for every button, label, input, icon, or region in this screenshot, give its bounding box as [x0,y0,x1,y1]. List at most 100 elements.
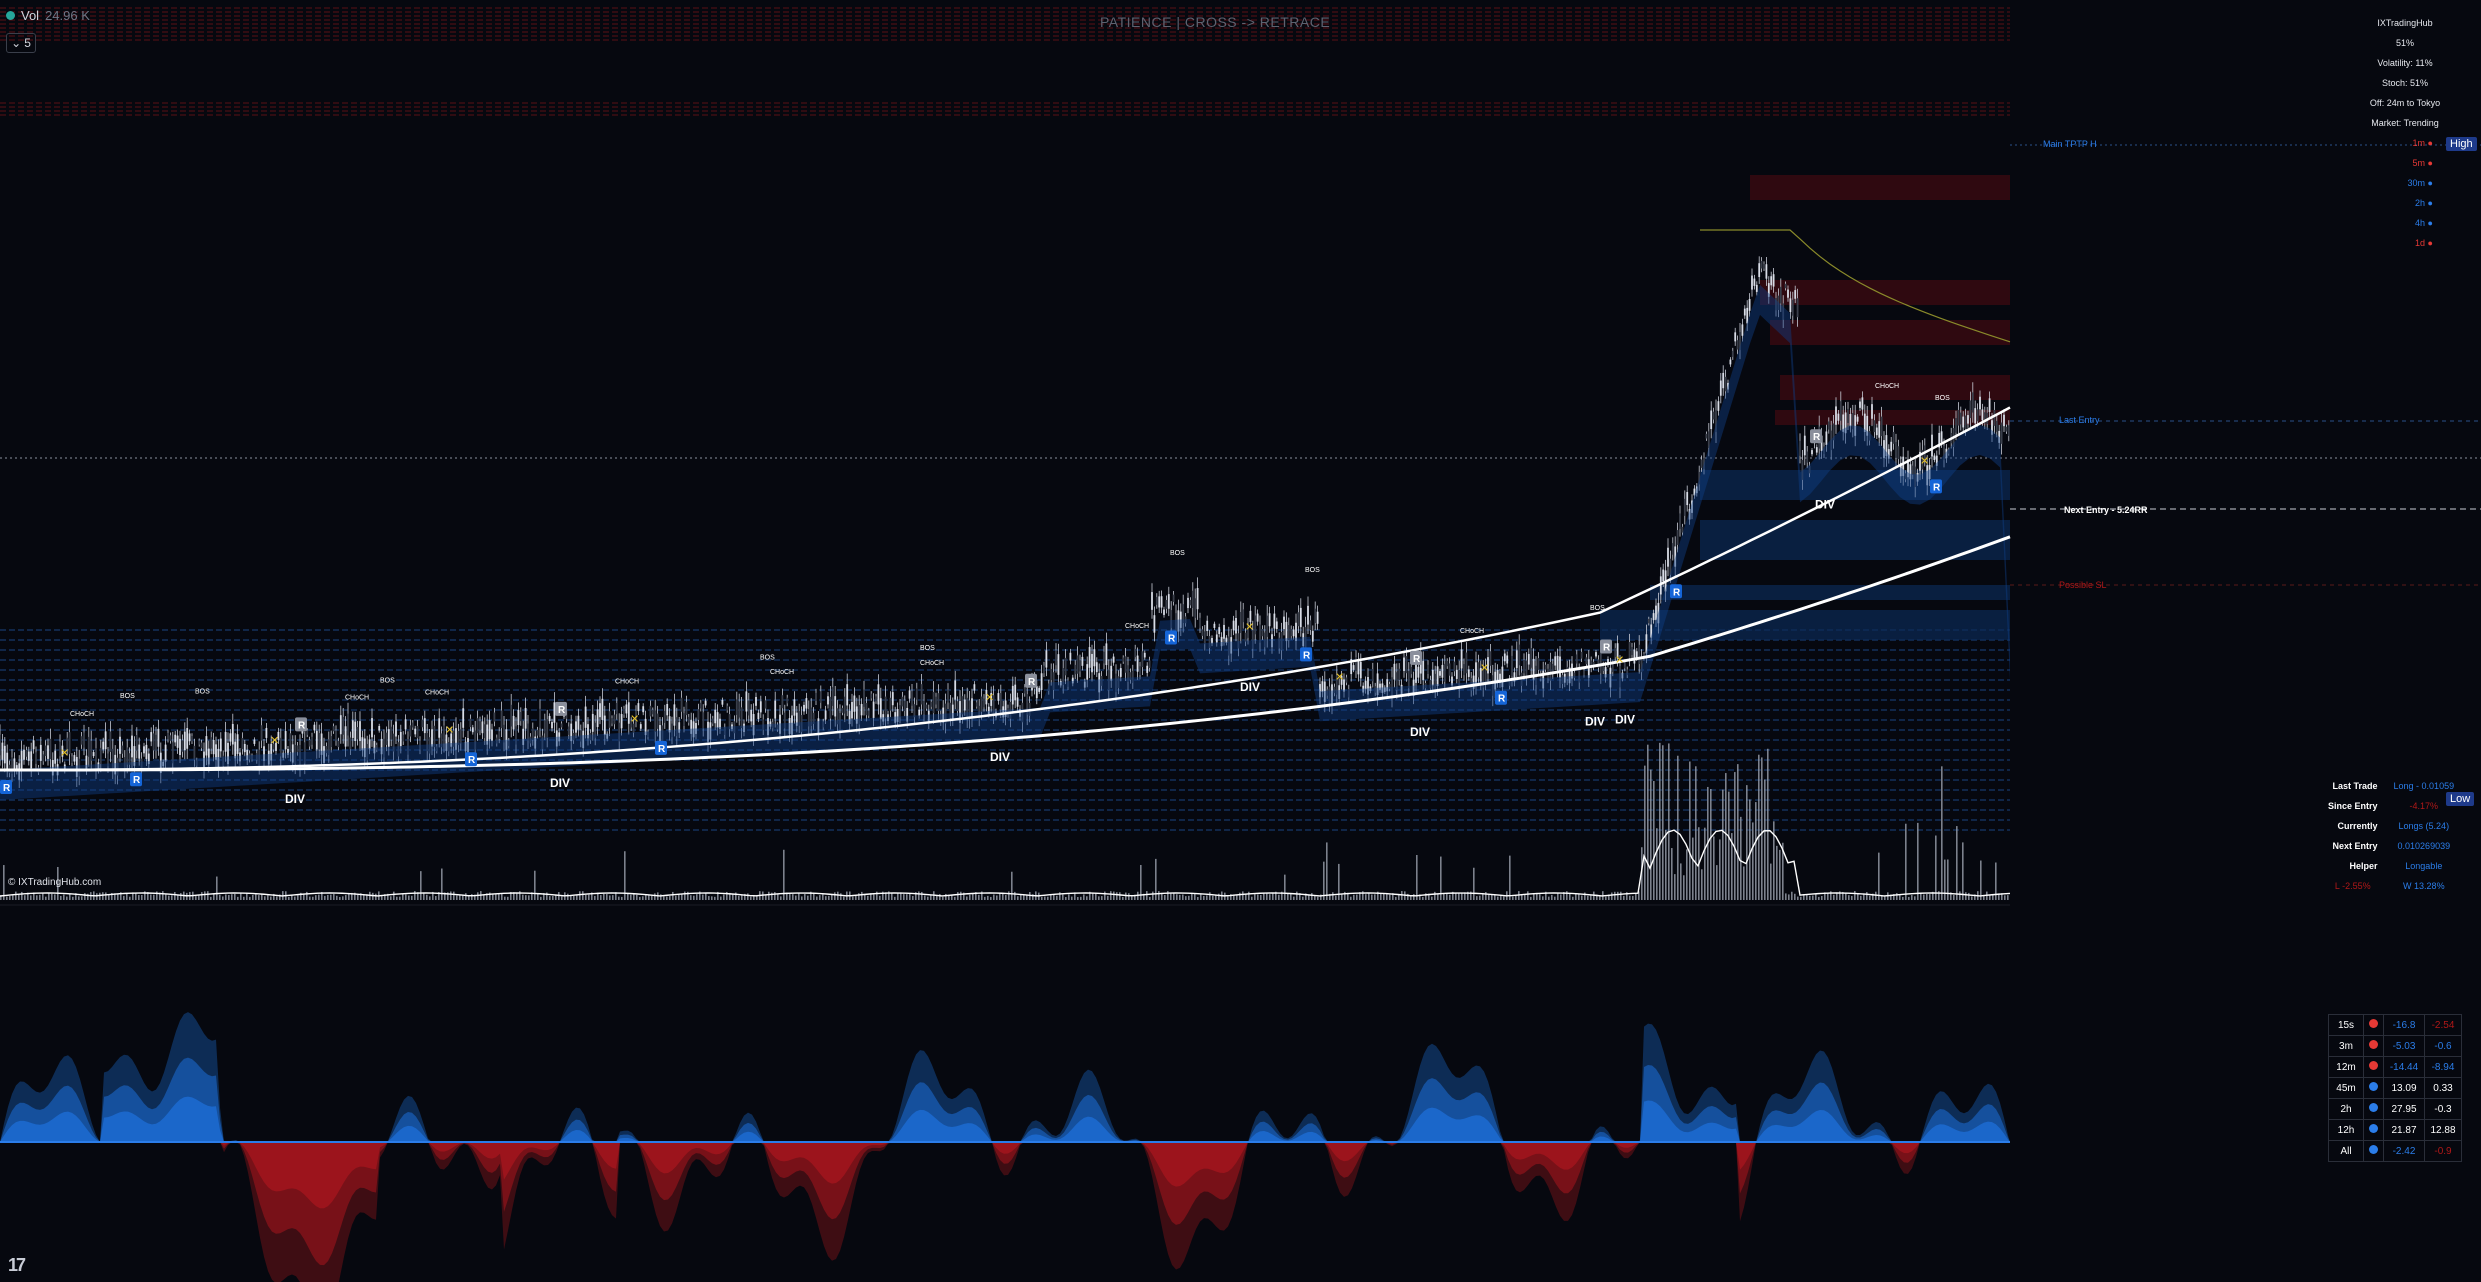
volume-bar [1494,894,1496,900]
mtf-table: 15s -16.8 -2.54 3m -5.03 -0.6 12m -14.44 -8.94 45… [2328,1014,2462,1162]
candle-body [1878,421,1881,438]
candle-body [1964,415,1967,430]
candle-body [915,688,918,700]
volume-bar [1527,891,1529,900]
volume-bar [1173,893,1175,900]
candle-body [1765,264,1768,279]
candle-body [1779,286,1782,304]
bos-label: BOS [1590,605,1605,612]
volume-bar [1413,894,1415,900]
candle-body [1969,400,1972,419]
candle-body [1407,670,1410,689]
candle-body [491,729,493,741]
volume-label: Vol [21,8,40,23]
volume-bar [630,894,632,900]
candle-body [963,699,966,711]
volume-bar [1632,895,1634,900]
trade-info-row: Next Entry 0.010269039 [2320,836,2462,856]
candle-body [1153,615,1156,633]
trend-dot-icon [2369,1019,2378,1028]
candle-body [1187,597,1189,609]
volume-bar [705,892,707,900]
price-chart[interactable]: BOS BOS BOS BOS BOS BOS BOS BOS BOS CHoCH CHoCH CHo… [0,0,2481,1282]
candle-body [157,728,160,747]
candle-body [1398,668,1401,680]
tradingview-logo-icon[interactable]: 17 [8,1255,26,1276]
mtf-value: -14.44 [2383,1056,2425,1078]
volume-bar [930,895,932,900]
candle-body [1856,416,1859,422]
candle-body [1321,681,1324,692]
candle-body [1016,697,1019,707]
choch-label: CHoCH [70,711,94,718]
candle-body [1297,612,1300,627]
candle-body [781,695,784,709]
candle-body [2003,414,2005,427]
volume-bar [312,896,314,900]
volume-bar [1851,895,1853,900]
volume-bar [1497,896,1499,900]
volume-bar [1737,764,1739,900]
candle-body [1081,656,1084,666]
volume-legend[interactable]: Vol 24.96 K [6,8,90,23]
volume-bar [792,894,794,900]
candle-body [1638,644,1641,665]
volume-bar [621,896,623,900]
volume-bar [1302,896,1304,900]
candle-body [438,718,441,738]
candle-body [1405,656,1408,674]
bos-label: BOS [1305,567,1320,574]
volume-bar [1011,871,1013,900]
candle-body [1806,451,1809,463]
trade-info-label: Since Entry [2328,801,2378,811]
volume-bar [1269,894,1271,900]
volume-bar [795,895,797,900]
candle-body [1475,662,1477,684]
volume-bar [618,896,620,900]
volume-bar [567,893,569,900]
trade-info-value: Longable [2405,861,2443,871]
candle-body [649,705,652,717]
candle-body [23,749,25,760]
candle-body [433,725,436,748]
candle-body [1511,655,1513,677]
mtf-value: -16.8 [2383,1014,2425,1036]
interval-selector[interactable]: ⌄ 5 [6,33,36,53]
candle-body [1146,665,1149,673]
candle-body [462,708,465,728]
strategy-banner: PATIENCE | CROSS -> RETRACE [1100,14,1331,30]
candle-body [827,696,829,705]
volume-bar [1209,892,1211,900]
volume-bar [141,894,143,900]
volume-bar [1959,891,1961,900]
volume-bar [1650,769,1652,900]
volume-bar [330,894,332,900]
volume-bar [1587,895,1589,900]
candle-body [241,737,244,750]
volume-bar [978,894,980,900]
trade-info-row: Last Trade Long - 0.01059 [2320,776,2462,796]
volume-bar [105,892,107,900]
volume-bar [666,896,668,900]
volume-bar [126,894,128,900]
volume-bar [582,891,584,900]
candle-body [755,696,757,706]
volume-bar [663,896,665,900]
candle-body [1940,431,1943,443]
volume-bar [951,895,953,900]
volume-bar [741,894,743,900]
timeframe-item: 1m ● [2412,138,2433,148]
volume-bar [162,891,164,900]
volume-bar [288,896,290,900]
candle-body [1103,651,1105,664]
candle-body [1266,615,1269,637]
volume-bar [594,895,596,900]
volume-bar [996,895,998,900]
volume-bar [1251,896,1253,900]
volume-bar [768,891,770,900]
volume-bar [1503,896,1505,900]
candle-body [361,737,364,751]
candle-body [1995,420,1998,432]
candle-body [1861,397,1864,410]
volume-bar [1605,896,1607,900]
